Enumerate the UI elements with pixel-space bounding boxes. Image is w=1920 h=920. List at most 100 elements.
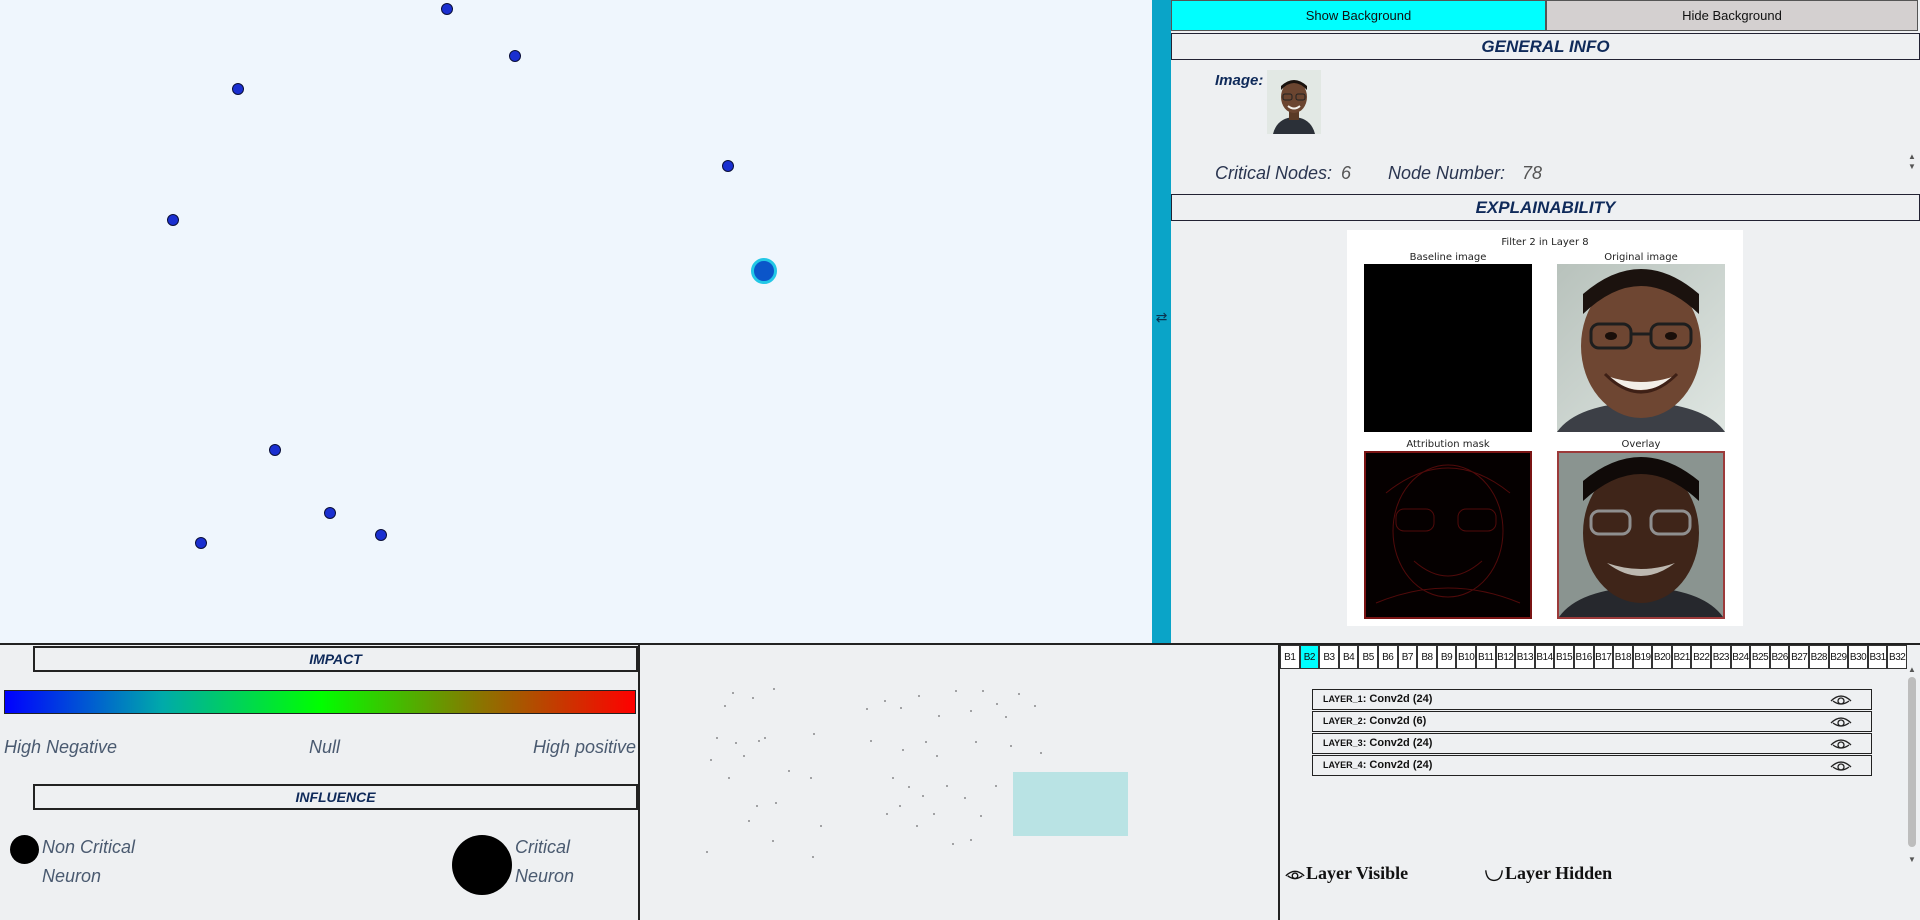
- general-info-title: GENERAL INFO: [1171, 33, 1920, 60]
- layer-row-2[interactable]: LAYER_2: Conv2d (6): [1312, 711, 1872, 732]
- batch-tab[interactable]: B29: [1828, 645, 1849, 669]
- graph-node[interactable]: [232, 83, 244, 95]
- layer-row-4[interactable]: LAYER_4: Conv2d (24): [1312, 755, 1872, 776]
- layer-3-type: Conv2d: [1369, 737, 1410, 749]
- minimap-dot: [752, 697, 754, 699]
- layer-visible-label: Layer Visible: [1306, 863, 1409, 883]
- batch-tab[interactable]: B2: [1299, 645, 1320, 669]
- batch-tab[interactable]: B11: [1475, 645, 1496, 669]
- batch-tab[interactable]: B13: [1515, 645, 1535, 669]
- minimap-dot: [764, 737, 766, 739]
- minimap-dot: [866, 708, 868, 710]
- minimap-dot: [902, 749, 904, 751]
- graph-node[interactable]: [324, 507, 336, 519]
- layer-4-count: (24): [1412, 759, 1433, 771]
- minimap-dot: [812, 856, 814, 858]
- figure-title: Filter 2 in Layer 8: [1501, 237, 1589, 248]
- layer-4-name: LAYER_4: Conv2d (24): [1323, 759, 1432, 771]
- eye-icon[interactable]: [1829, 713, 1853, 729]
- minimap-dot: [922, 795, 924, 797]
- layer-2-count: (6): [1412, 715, 1427, 727]
- batch-tab[interactable]: B5: [1358, 645, 1378, 669]
- batch-tab[interactable]: B1: [1280, 645, 1300, 669]
- batch-tab[interactable]: B21: [1671, 645, 1692, 669]
- scroll-up-icon[interactable]: ▲: [1906, 665, 1918, 674]
- batch-tab[interactable]: B17: [1593, 645, 1614, 669]
- minimap-dot: [899, 805, 901, 807]
- minimap-dot: [938, 715, 940, 717]
- minimap-dot: [952, 843, 954, 845]
- influence-title: INFLUENCE: [33, 784, 638, 810]
- batch-tab[interactable]: B6: [1377, 645, 1398, 669]
- non-critical-neuron-icon: [10, 835, 39, 864]
- batch-tab[interactable]: B28: [1809, 645, 1829, 669]
- layer-panel: B1 B2 B3 B4 B5 B6 B7 B8 B9 B10 B11 B12 B13 B14 B15 B16 B…: [1280, 643, 1920, 920]
- minimap-dot: [1018, 693, 1020, 695]
- batch-tab[interactable]: B18: [1613, 645, 1633, 669]
- graph-canvas[interactable]: [0, 0, 1152, 643]
- minimap-dot: [775, 802, 777, 804]
- minimap-dot: [706, 851, 708, 853]
- batch-tab[interactable]: B23: [1711, 645, 1731, 669]
- impact-high-label: High positive: [532, 737, 636, 757]
- selected-graph-node[interactable]: [751, 258, 777, 284]
- batch-tab[interactable]: B24: [1730, 645, 1751, 669]
- batch-tab[interactable]: B4: [1338, 645, 1359, 669]
- layer-2-type: Conv2d: [1369, 715, 1410, 727]
- overlay-caption: Overlay: [1621, 439, 1661, 450]
- critical-neuron-icon: [452, 835, 512, 895]
- legend-panel: IMPACT High Negative Null High positive …: [0, 643, 640, 920]
- minimap-dot: [933, 813, 935, 815]
- graph-node[interactable]: [441, 3, 453, 15]
- eye-icon[interactable]: [1829, 757, 1853, 773]
- batch-tab[interactable]: B25: [1750, 645, 1770, 669]
- swap-arrows-icon[interactable]: ⇄: [1152, 310, 1171, 326]
- batch-tab[interactable]: B14: [1534, 645, 1555, 669]
- batch-tab[interactable]: B15: [1554, 645, 1574, 669]
- batch-tab[interactable]: B12: [1495, 645, 1516, 669]
- scroll-thumb[interactable]: [1908, 677, 1916, 847]
- batch-tab[interactable]: B31: [1867, 645, 1888, 669]
- scroll-down-icon[interactable]: ▼: [1906, 855, 1918, 864]
- show-background-button[interactable]: Show Background: [1171, 0, 1546, 31]
- graph-node[interactable]: [509, 50, 521, 62]
- batch-tab[interactable]: B32: [1887, 645, 1907, 669]
- batch-tab[interactable]: B3: [1319, 645, 1339, 669]
- minimap-dot: [936, 755, 938, 757]
- graph-node[interactable]: [375, 529, 387, 541]
- hide-background-button[interactable]: Hide Background: [1546, 0, 1918, 31]
- layer-row-1[interactable]: LAYER_1: Conv2d (24): [1312, 689, 1872, 710]
- original-image-caption: Original image: [1604, 252, 1678, 263]
- batch-tab[interactable]: B19: [1632, 645, 1653, 669]
- layer-row-3[interactable]: LAYER_3: Conv2d (24): [1312, 733, 1872, 754]
- minimap-viewport[interactable]: [1013, 772, 1128, 836]
- explainability-figure: Filter 2 in Layer 8 Baseline image Origi…: [1347, 230, 1743, 626]
- graph-node[interactable]: [195, 537, 207, 549]
- batch-tab[interactable]: B30: [1848, 645, 1868, 669]
- batch-tab[interactable]: B16: [1573, 645, 1594, 669]
- graph-node[interactable]: [167, 214, 179, 226]
- layer-2-name: LAYER_2: Conv2d (6): [1323, 715, 1426, 727]
- batch-tab[interactable]: B10: [1456, 645, 1476, 669]
- layer-hidden-label: Layer Hidden: [1505, 863, 1613, 883]
- layer-scrollbar[interactable]: ▲ ▼: [1906, 665, 1918, 865]
- batch-tab[interactable]: B8: [1417, 645, 1437, 669]
- graph-node[interactable]: [269, 444, 281, 456]
- batch-tabs: B1 B2 B3 B4 B5 B6 B7 B8 B9 B10 B11 B12 B13 B14 B15 B16 B…: [1280, 645, 1907, 669]
- minimap-dot: [996, 703, 998, 705]
- batch-tab[interactable]: B26: [1769, 645, 1790, 669]
- critical-neuron-label: Critical Neuron: [515, 833, 574, 891]
- info-panel: Show Background Hide Background GENERAL …: [1171, 0, 1920, 643]
- batch-tab[interactable]: B9: [1436, 645, 1457, 669]
- eye-icon[interactable]: [1829, 691, 1853, 707]
- batch-tab[interactable]: B27: [1789, 645, 1810, 669]
- panel-splitter[interactable]: ⇄: [1152, 0, 1171, 643]
- graph-node[interactable]: [722, 160, 734, 172]
- batch-tab[interactable]: B7: [1397, 645, 1418, 669]
- eye-icon[interactable]: [1829, 735, 1853, 751]
- minimap-dot: [995, 785, 997, 787]
- info-scroll-arrows[interactable]: ▲ ▼: [1906, 152, 1918, 184]
- batch-tab[interactable]: B20: [1652, 645, 1672, 669]
- batch-tab[interactable]: B22: [1691, 645, 1712, 669]
- graph-minimap[interactable]: [640, 643, 1280, 920]
